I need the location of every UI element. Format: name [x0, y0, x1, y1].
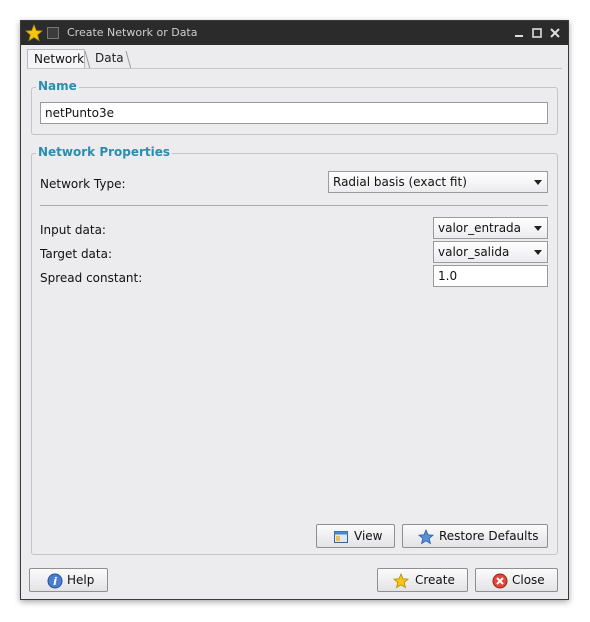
title-bar[interactable]: Create Network or Data [21, 21, 568, 45]
chevron-down-icon [534, 250, 542, 255]
name-group: Name netPunto3e [31, 79, 558, 135]
window-title: Create Network or Data [67, 26, 198, 39]
tab-network-label: Network [34, 52, 85, 66]
input-data-value: valor_entrada [438, 221, 522, 235]
svg-text:i: i [53, 575, 57, 588]
spread-constant-field[interactable]: 1.0 [433, 265, 548, 287]
window-view-icon [334, 531, 348, 543]
restore-defaults-label: Restore Defaults [439, 529, 539, 543]
name-group-title: Name [36, 79, 79, 93]
network-name-field[interactable]: netPunto3e [40, 102, 548, 124]
spread-constant-label: Spread constant: [40, 271, 143, 285]
target-data-select[interactable]: valor_salida [433, 241, 548, 263]
view-button-label: View [354, 529, 383, 543]
close-window-icon[interactable] [547, 25, 563, 41]
star-app-icon [25, 24, 43, 42]
close-circle-icon [492, 573, 508, 589]
network-properties-title: Network Properties [36, 145, 173, 159]
network-type-label: Network Type: [40, 177, 126, 191]
network-tab-pane: Name netPunto3e Network Properties Netwo… [27, 68, 562, 557]
network-properties-group: Network Properties Network Type: Radial … [31, 145, 558, 555]
input-data-select[interactable]: valor_entrada [433, 217, 548, 239]
close-button[interactable]: Close [475, 568, 558, 592]
help-icon: i [47, 573, 63, 589]
view-button[interactable]: View [316, 524, 395, 548]
minimize-icon[interactable] [511, 25, 527, 41]
help-button-label: Help [67, 573, 95, 587]
input-data-label: Input data: [40, 223, 106, 237]
tab-data-label: Data [95, 51, 124, 65]
tab-network[interactable]: Network [27, 49, 85, 69]
help-button[interactable]: i Help [29, 568, 108, 592]
network-type-value: Radial basis (exact fit) [333, 175, 467, 189]
chevron-down-icon [534, 226, 542, 231]
target-data-value: valor_salida [438, 245, 510, 259]
chevron-down-icon [534, 180, 542, 185]
pin-icon[interactable] [47, 27, 59, 39]
star-icon [393, 573, 409, 589]
maximize-icon[interactable] [529, 25, 545, 41]
restore-defaults-button[interactable]: Restore Defaults [402, 524, 548, 548]
network-type-select[interactable]: Radial basis (exact fit) [328, 171, 548, 193]
divider [40, 205, 548, 206]
create-button[interactable]: Create [377, 568, 468, 592]
dialog-window: Create Network or Data Network Data Name… [20, 20, 569, 600]
blue-star-icon [418, 529, 434, 545]
close-button-label: Close [512, 573, 545, 587]
tab-separator [125, 51, 132, 69]
create-button-label: Create [415, 573, 455, 587]
target-data-label: Target data: [40, 247, 113, 261]
